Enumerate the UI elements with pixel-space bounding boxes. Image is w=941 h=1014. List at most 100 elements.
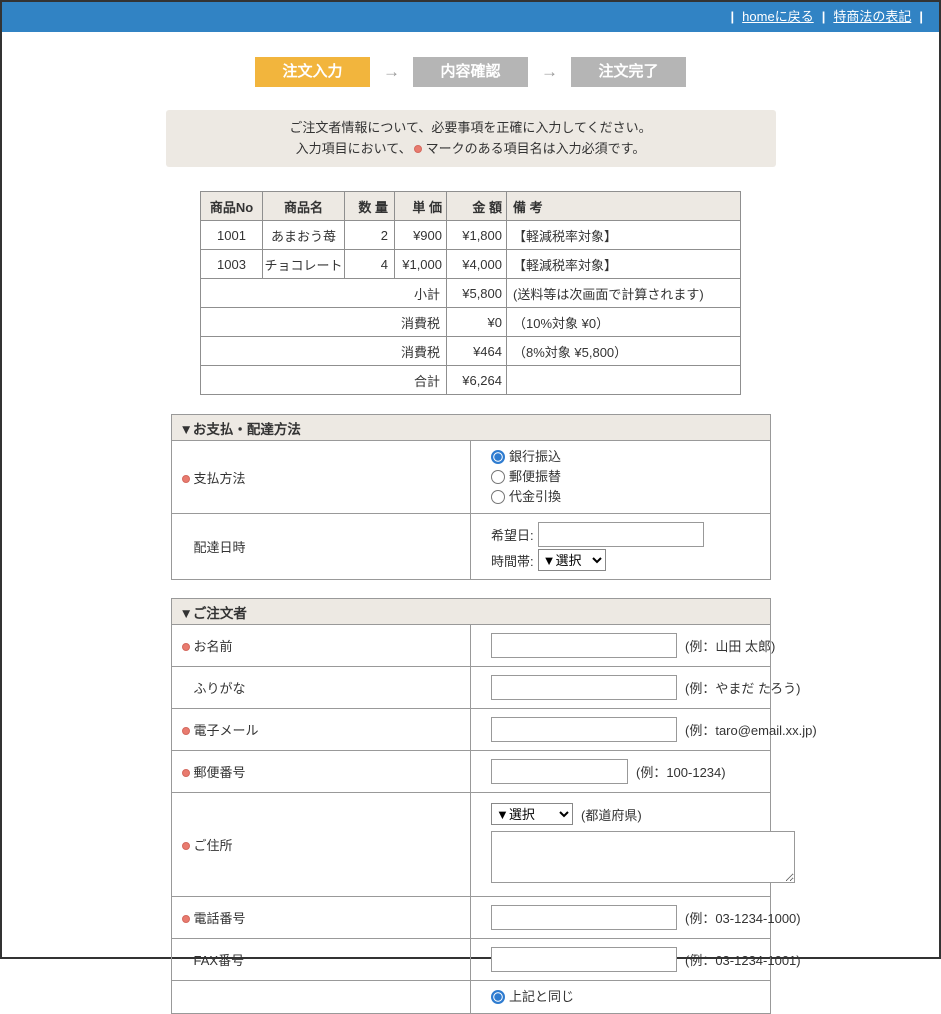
fax-cell: (例：03-1234-1001) [471,939,771,981]
orderer-row-fax: FAX番号(例：03-1234-1001) [171,939,770,981]
fax-input[interactable] [491,947,677,972]
phone-label: 電話番号 [171,897,471,939]
radio-button[interactable] [491,470,505,484]
order-item-row: 1003チョコレート4¥1,000¥4,000【軽減税率対象】 [201,250,741,279]
page: |homeに戻る|特商法の表記| 注文入力 → 内容確認 → 注文完了 ご注文者… [2,2,939,1014]
required-mark-icon [182,643,190,651]
email-example-hint: (例：taro@email.xx.jp) [685,720,817,739]
phone-input[interactable] [491,905,677,930]
item-qty: 2 [345,221,395,250]
address-label: ご住所 [171,793,471,897]
notice-line1: ご注文者情報について、必要事項を正確に入力してください。 [166,117,776,138]
orderer-row-phone: 電話番号(例：03-1234-1000) [171,897,770,939]
furigana-example-hint: (例：やまだ たろう) [685,678,801,697]
item-name: チョコレート [263,250,345,279]
email-input[interactable] [491,717,677,742]
orderer-row-email: 電子メール(例：taro@email.xx.jp) [171,709,770,751]
prefecture-select[interactable]: ▼選択 [491,803,573,825]
payment-option: 郵便振替 [491,467,762,487]
item-amount: ¥1,800 [447,221,507,250]
summary-label: 消費税 [201,337,447,366]
orderer-row-address: ご住所▼選択(都道府県) [171,793,770,897]
item-no: 1003 [201,250,263,279]
required-mark-icon [182,727,190,735]
summary-note: （10%対象 ¥0） [507,308,741,337]
step-confirm: 内容確認 [413,57,528,87]
delivery-datetime-row: 配達日時 希望日: 時間帯: ▼選択 [171,514,770,580]
order-col-header: 金 額 [447,192,507,221]
address-cell: ▼選択(都道府県) [471,793,771,897]
step-indicator: 注文入力 → 内容確認 → 注文完了 [2,57,939,87]
shipto-option-label: 上記と同じ [509,987,574,1007]
link-home[interactable]: homeに戻る [742,9,814,24]
time-slot-select[interactable]: ▼選択 [538,549,606,571]
payment-option-label: 代金引換 [509,487,561,507]
furigana-cell: (例：やまだ たろう) [471,667,771,709]
orderer-row-furigana: ふりがな(例：やまだ たろう) [171,667,770,709]
section-title-orderer: ▼ご注文者 [171,599,770,625]
item-unit-price: ¥1,000 [395,250,447,279]
order-table-header-row: 商品No商品名数 量単 価金 額備 考 [201,192,741,221]
payment-option: 代金引換 [491,487,762,507]
orderer-row-name: お名前(例：山田 太郎) [171,625,770,667]
time-slot-label: 時間帯: [491,551,534,570]
phone-example-hint: (例：03-1234-1000) [685,908,801,927]
order-col-header: 備 考 [507,192,741,221]
order-summary-row: 消費税¥0（10%対象 ¥0） [201,308,741,337]
fax-example-hint: (例：03-1234-1001) [685,950,801,969]
item-amount: ¥4,000 [447,250,507,279]
delivery-datetime-cell: 希望日: 時間帯: ▼選択 [471,514,771,580]
required-mark-icon [182,475,190,483]
orderer-row-shipto: 上記と同じ [171,981,770,1014]
payment-delivery-table: ▼お支払・配達方法 支払方法 銀行振込郵便振替代金引換 配達日時 希望日: 時間… [171,414,771,580]
order-col-header: 数 量 [345,192,395,221]
item-note: 【軽減税率対象】 [507,221,741,250]
separator: | [919,9,923,24]
order-summary-row: 合計¥6,264 [201,366,741,395]
order-summary-row: 小計¥5,800(送料等は次画面で計算されます) [201,279,741,308]
shipto-label [171,981,471,1014]
summary-amount: ¥6,264 [447,366,507,395]
phone-cell: (例：03-1234-1000) [471,897,771,939]
order-summary-row: 消費税¥464（8%対象 ¥5,800） [201,337,741,366]
payment-method-row: 支払方法 銀行振込郵便振替代金引換 [171,441,770,514]
email-label: 電子メール [171,709,471,751]
summary-amount: ¥0 [447,308,507,337]
required-mark-icon [414,145,422,153]
fax-label: FAX番号 [171,939,471,981]
item-unit-price: ¥900 [395,221,447,250]
furigana-input[interactable] [491,675,677,700]
name-input[interactable] [491,633,677,658]
item-name: あまおう苺 [263,221,345,250]
item-no: 1001 [201,221,263,250]
preferred-date-input[interactable] [538,522,704,547]
radio-button[interactable] [491,450,505,464]
radio-button[interactable] [491,990,505,1004]
summary-note: （8%対象 ¥5,800） [507,337,741,366]
order-item-row: 1001あまおう苺2¥900¥1,800【軽減税率対象】 [201,221,741,250]
address-textarea[interactable] [491,831,795,883]
summary-amount: ¥5,800 [447,279,507,308]
step-complete: 注文完了 [571,57,686,87]
payment-option-label: 郵便振替 [509,467,561,487]
preferred-date-label: 希望日: [491,525,534,544]
step-order-input: 注文入力 [255,57,370,87]
name-example-hint: (例：山田 太郎) [685,636,775,655]
top-bar: |homeに戻る|特商法の表記| [2,2,939,32]
link-tokushoho[interactable]: 特商法の表記 [833,9,911,24]
payment-option: 銀行振込 [491,447,762,467]
payment-method-label: 支払方法 [171,441,471,514]
name-cell: (例：山田 太郎) [471,625,771,667]
item-note: 【軽減税率対象】 [507,250,741,279]
furigana-label: ふりがな [171,667,471,709]
notice-box: ご注文者情報について、必要事項を正確に入力してください。 入力項目において、マー… [166,110,776,167]
order-items-table: 商品No商品名数 量単 価金 額備 考 1001あまおう苺2¥900¥1,800… [200,191,741,395]
radio-button[interactable] [491,490,505,504]
section-header-row: ▼お支払・配達方法 [171,415,770,441]
postal-input[interactable] [491,759,628,784]
delivery-datetime-label: 配達日時 [171,514,471,580]
postal-label: 郵便番号 [171,751,471,793]
order-col-header: 単 価 [395,192,447,221]
required-mark-icon [182,915,190,923]
postal-cell: (例：100-1234) [471,751,771,793]
